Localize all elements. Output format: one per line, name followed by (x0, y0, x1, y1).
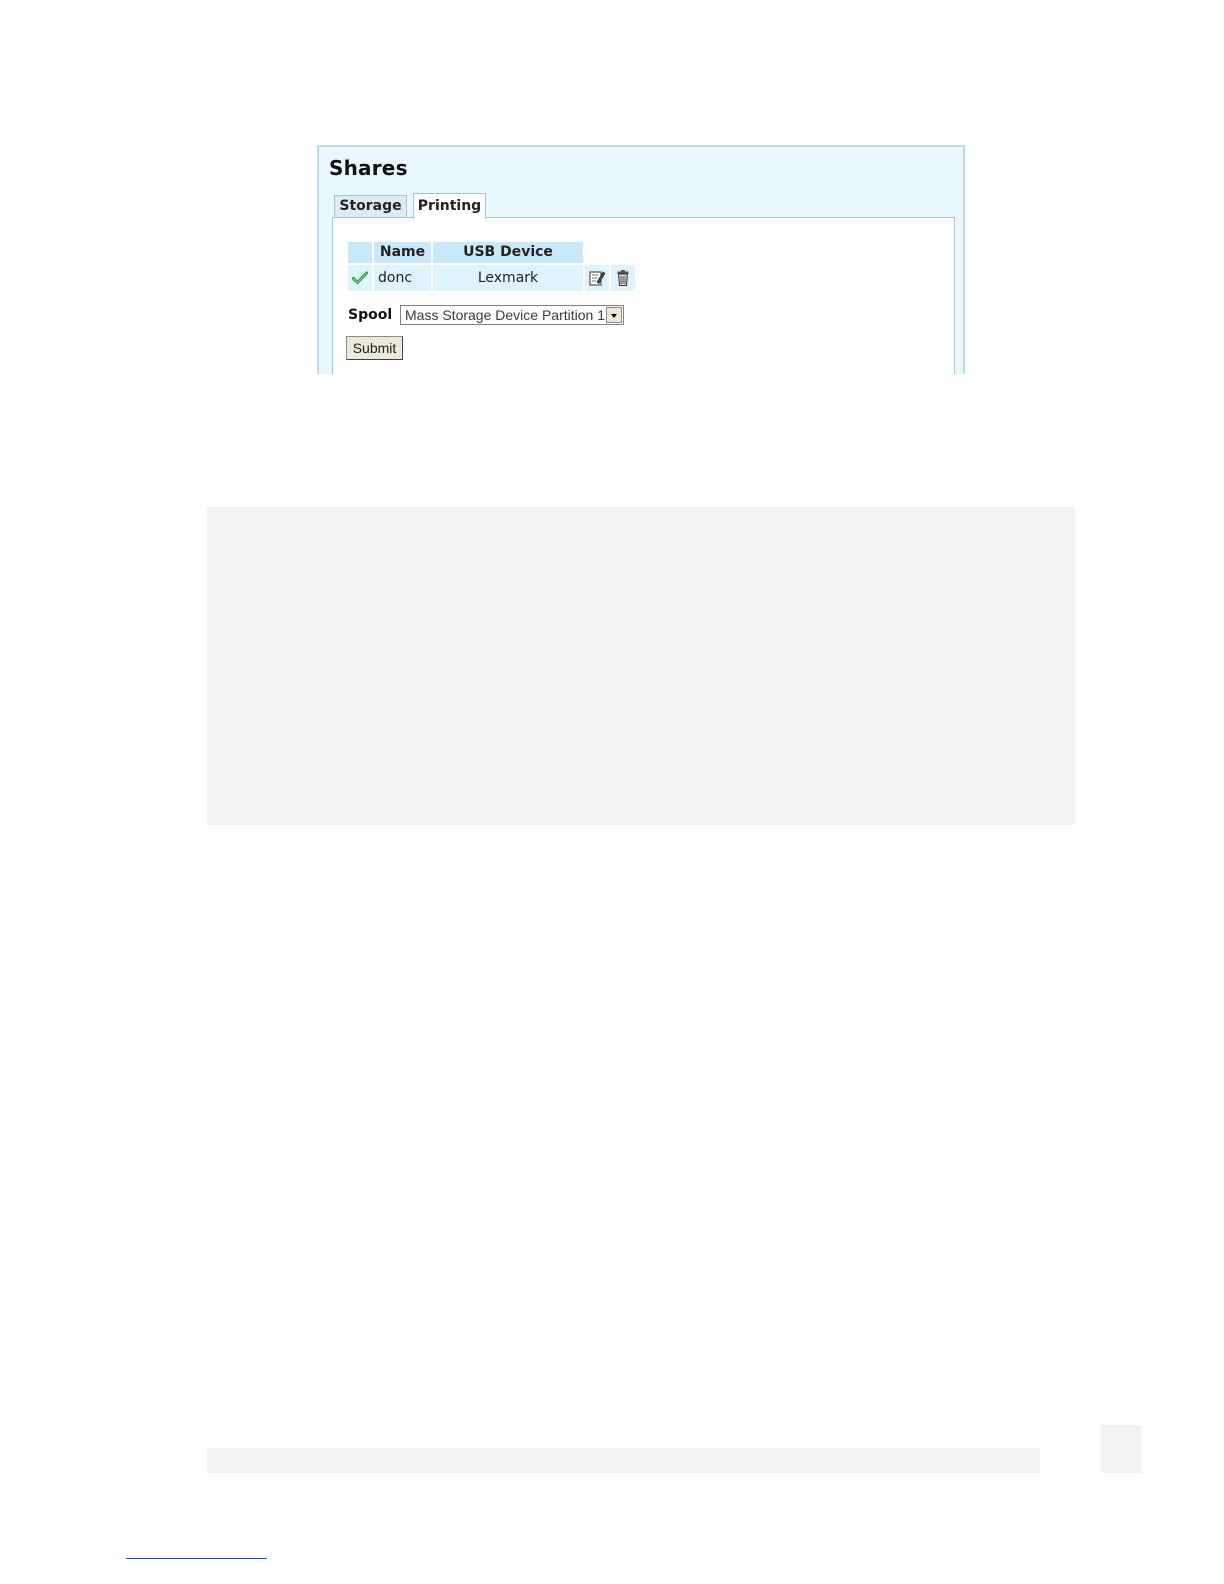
edit-icon[interactable] (585, 265, 609, 291)
trash-icon[interactable] (611, 265, 635, 291)
printer-usb-device: Lexmark (433, 265, 583, 291)
spool-select[interactable]: Mass Storage Device Partition 1 (400, 305, 624, 325)
column-header-status (348, 242, 372, 263)
column-header-name: Name (374, 242, 431, 263)
printer-name: donc (374, 265, 431, 291)
tab-storage[interactable]: Storage (334, 195, 407, 218)
footer-bar (207, 1448, 1040, 1473)
spool-selected-value: Mass Storage Device Partition 1 (405, 307, 605, 323)
page-title: Shares (329, 156, 408, 180)
tab-printing[interactable]: Printing (413, 193, 486, 219)
printing-tab-content: Name USB Device donc Lexmark Spool Mass … (332, 217, 955, 374)
submit-button[interactable]: Submit (346, 336, 403, 360)
check-icon (348, 265, 372, 291)
shares-panel: Shares Storage Printing Name USB Device … (317, 145, 965, 374)
spool-label: Spool (348, 307, 393, 323)
content-placeholder-block (207, 507, 1075, 825)
footer-link-underline (126, 1558, 267, 1559)
chevron-down-icon[interactable] (606, 307, 622, 323)
column-header-usb-device: USB Device (433, 242, 583, 263)
page-number-box (1101, 1425, 1141, 1473)
